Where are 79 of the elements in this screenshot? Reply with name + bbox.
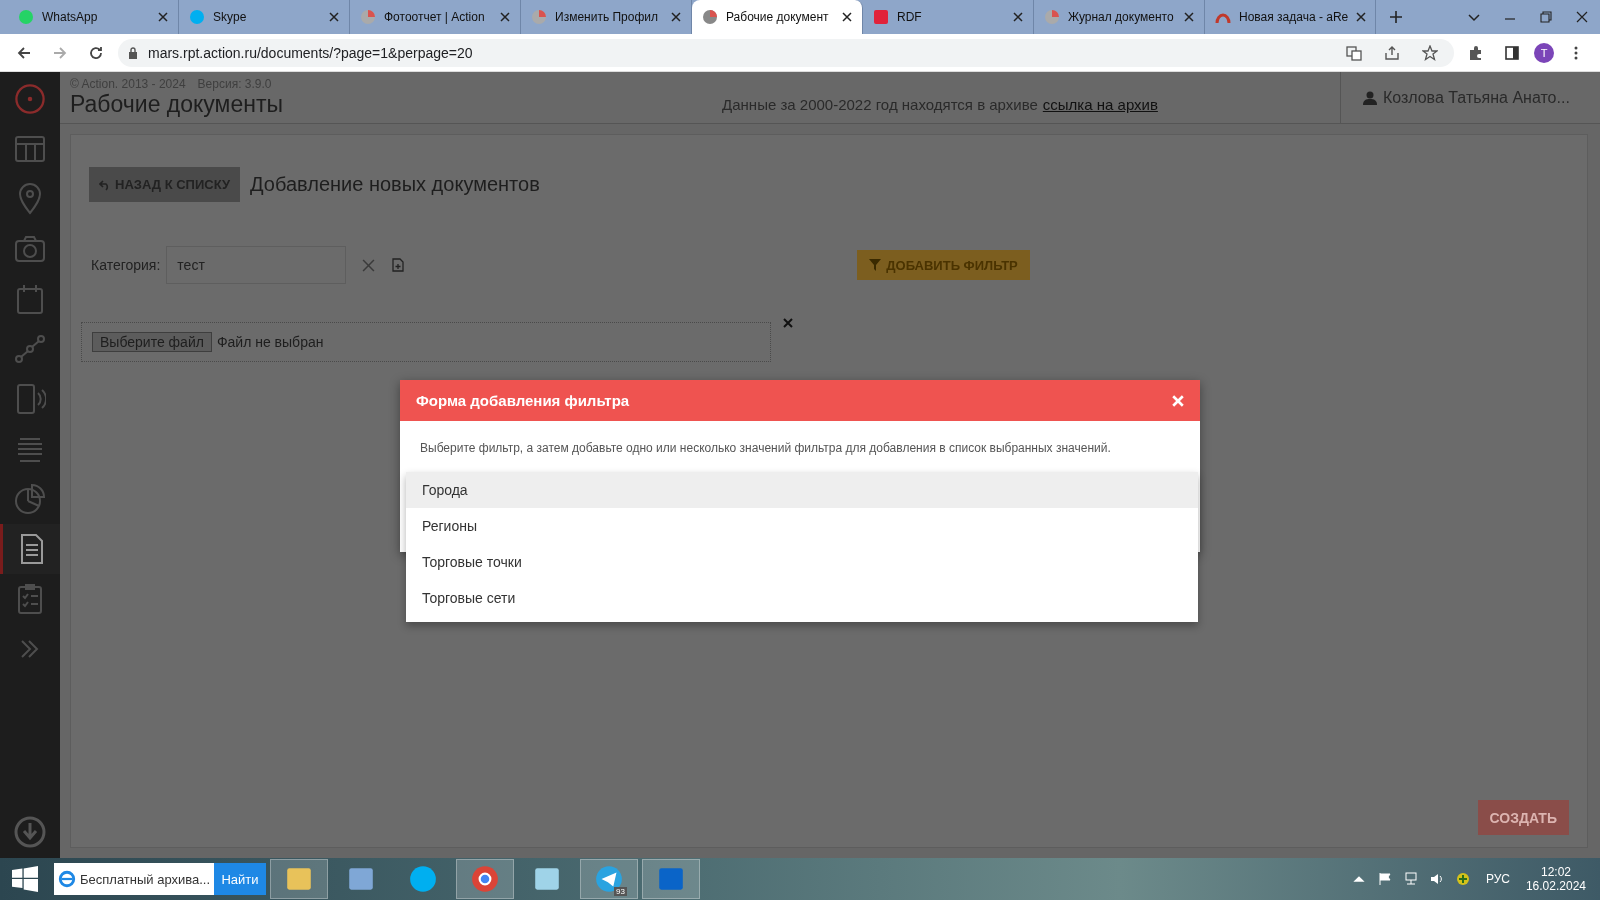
taskbar-search-field[interactable]: Бесплатный архива...: [54, 863, 214, 895]
taskbar-button[interactable]: [456, 859, 514, 899]
clock-date[interactable]: 16.02.2024: [1525, 879, 1586, 893]
pie-icon: [1044, 9, 1060, 25]
close-icon[interactable]: [1576, 11, 1588, 23]
category-label: Категория:: [91, 257, 161, 273]
translate-icon[interactable]: [1346, 44, 1362, 61]
close-icon[interactable]: [329, 12, 339, 22]
url-text: mars.rpt.action.ru/documents/?page=1&perpage=20: [148, 44, 473, 61]
close-icon[interactable]: [671, 12, 681, 22]
star-icon[interactable]: [1422, 44, 1438, 61]
address-bar[interactable]: mars.rpt.action.ru/documents/?page=1&perpage=20: [118, 38, 1454, 67]
forward-icon[interactable]: [52, 44, 68, 61]
close-icon[interactable]: [1013, 12, 1023, 22]
nav-item[interactable]: [0, 524, 60, 574]
flag-icon[interactable]: [1377, 872, 1392, 886]
tab-title: Изменить Профил: [555, 10, 659, 24]
lock-icon: [128, 46, 138, 59]
download-icon[interactable]: [14, 816, 46, 848]
tab-title: RDF: [897, 10, 923, 24]
search-button[interactable]: Найти: [214, 863, 266, 895]
pie-icon: [360, 9, 376, 25]
filter-icon: [869, 259, 882, 271]
close-icon[interactable]: [1356, 12, 1367, 22]
close-icon[interactable]: [158, 12, 168, 22]
pie-icon: [702, 9, 718, 25]
dialog-title: Форма добавления фильтра: [416, 392, 630, 409]
side-panel-icon[interactable]: [1504, 44, 1520, 61]
user-name: Козлова Татьяна Анато...: [1383, 88, 1570, 107]
chrome-icon: [470, 864, 500, 894]
browser-tab[interactable]: Рабочие документ: [692, 0, 863, 34]
language-indicator[interactable]: РУС: [1485, 872, 1510, 886]
tab-title: Журнал документо: [1068, 10, 1175, 24]
tab-title: Фотоотчет | Action: [384, 10, 486, 24]
unread-badge: 93: [614, 887, 627, 896]
back-icon[interactable]: [16, 44, 32, 61]
share-icon[interactable]: [1384, 44, 1400, 61]
close-icon[interactable]: [500, 12, 510, 22]
telegram-icon: [594, 864, 624, 894]
taskbar-button[interactable]: [270, 859, 328, 899]
taskbar-button[interactable]: 93: [580, 859, 638, 899]
calendar-icon: [14, 283, 46, 315]
filter-option[interactable]: Торговые сети: [406, 580, 1198, 616]
profile-avatar[interactable]: T: [1534, 42, 1554, 63]
filter-option[interactable]: Регионы: [406, 508, 1198, 544]
tab-title: Skype: [213, 10, 248, 24]
tab-title: Рабочие документ: [726, 10, 830, 24]
clear-icon[interactable]: [362, 258, 376, 272]
plus-icon[interactable]: [1390, 11, 1402, 23]
filter-option[interactable]: Торговые точки: [406, 544, 1198, 580]
tab-title: Новая задача - aRe: [1239, 10, 1349, 24]
page-title: Рабочие документы: [70, 91, 284, 118]
restore-icon[interactable]: [1540, 11, 1552, 23]
pie-icon: [14, 483, 46, 515]
tab-title: WhatsApp: [42, 10, 99, 24]
route-icon: [14, 333, 46, 365]
close-icon[interactable]: [842, 12, 852, 22]
camera-icon: [14, 233, 46, 265]
file-add-icon[interactable]: [392, 258, 405, 272]
archive-notice: Данные за 2000-2022 год находятся в архиве: [722, 96, 1038, 113]
file-status: Файл не выбран: [216, 334, 324, 350]
plus-circle-icon[interactable]: [1455, 872, 1470, 886]
undo-icon: [99, 178, 111, 191]
chevron-down-icon[interactable]: [1468, 11, 1480, 23]
network-icon[interactable]: [1403, 872, 1418, 886]
clock-time[interactable]: 12:02: [1540, 865, 1571, 879]
pie-icon: [531, 9, 547, 25]
windows-start-icon[interactable]: [12, 866, 38, 892]
speaker-icon[interactable]: [1429, 872, 1444, 886]
reload-icon[interactable]: [88, 44, 104, 61]
close-icon[interactable]: [1184, 12, 1194, 22]
puzzle-icon[interactable]: [1468, 44, 1484, 61]
filter-option[interactable]: Города: [406, 472, 1198, 508]
user-icon: [1363, 90, 1377, 105]
taskbar-button[interactable]: [642, 859, 700, 899]
dialog-description: Выберите фильтр, а затем добавьте одно или несколько значений фильтра для добавления в список выбранных значений.: [420, 441, 1112, 455]
phone-icon: [14, 383, 46, 415]
table-icon: [14, 133, 46, 165]
form-heading: Добавление новых документов: [250, 173, 540, 196]
